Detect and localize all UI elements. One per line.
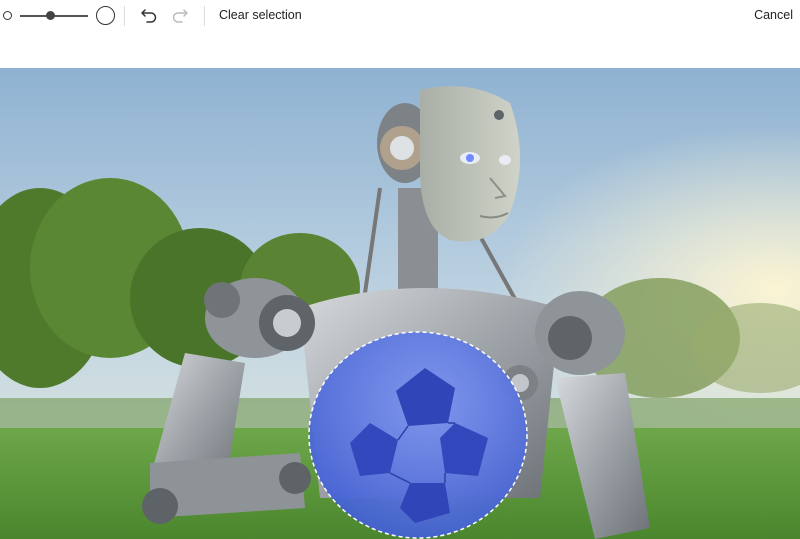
cancel-button[interactable]: Cancel [754, 8, 793, 22]
brush-size-large-icon[interactable] [96, 6, 115, 25]
brush-size-small-icon[interactable] [3, 11, 12, 20]
edited-image [0, 68, 800, 539]
image-canvas[interactable] [0, 68, 800, 539]
undo-icon[interactable] [140, 6, 158, 24]
editor-toolbar: Clear selection Cancel [0, 0, 800, 69]
toolbar-divider [204, 6, 205, 26]
toolbar-divider [124, 6, 125, 26]
slider-thumb[interactable] [46, 11, 56, 20]
clear-selection-button[interactable]: Clear selection [219, 8, 302, 22]
selection-mask[interactable] [308, 331, 528, 539]
redo-icon[interactable] [171, 6, 189, 24]
